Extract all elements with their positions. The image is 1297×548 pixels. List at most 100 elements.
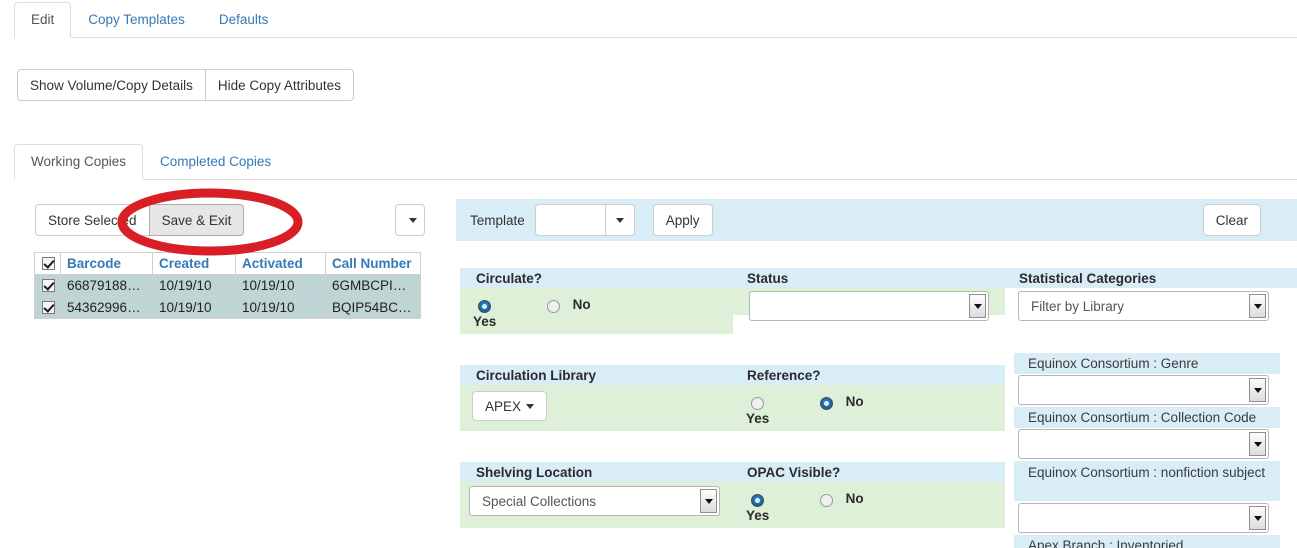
caret-down-icon [969,294,986,318]
circulation-library-label: Circulation Library [476,368,596,383]
template-dropdown-button[interactable] [605,204,635,236]
opac-visible-yes-radio[interactable] [751,494,764,507]
cell-barcode: 66879188… [61,275,153,297]
tab-completed-copies[interactable]: Completed Copies [143,144,288,180]
reference-no-option[interactable]: No [815,393,864,410]
cell-activated: 10/19/10 [236,297,326,319]
template-label: Template [470,213,525,228]
opac-visible-label: OPAC Visible? [747,465,840,480]
shelving-location-field-header: Shelving Location [460,462,733,482]
statistical-categories-header: Statistical Categories [1005,268,1297,288]
reference-yes-label: Yes [746,411,769,426]
stat-entry-genre-select[interactable] [1018,375,1269,405]
statistical-categories-label: Statistical Categories [1019,271,1156,286]
status-select[interactable] [749,291,989,321]
statistical-categories-filter-select[interactable]: Filter by Library [1018,291,1269,321]
tab-completed-copies-label: Completed Copies [160,154,271,169]
apply-template-button[interactable]: Apply [653,204,713,236]
table-row[interactable]: 66879188… 10/19/10 10/19/10 6GMBCPI… [35,275,421,297]
reference-no-label: No [846,394,864,409]
show-volume-copy-details-button[interactable]: Show Volume/Copy Details [17,69,206,101]
hide-copy-attributes-button[interactable]: Hide Copy Attributes [205,69,354,101]
copy-action-button-group: Store Selected Save & Exit [35,204,244,236]
circulate-label: Circulate? [476,271,542,286]
column-header-activated[interactable]: Activated [236,253,326,275]
stat-entry-nonfiction-subject-label: Equinox Consortium : nonfiction subject [1014,461,1280,501]
caret-down-icon [1249,506,1266,530]
shelving-location-select[interactable]: Special Collections [469,486,720,516]
stat-entry-collection-code-select[interactable] [1018,429,1269,459]
caret-down-icon [1249,378,1266,402]
reference-label: Reference? [747,368,821,383]
tab-copy-templates-label: Copy Templates [88,12,185,27]
stat-entry-apex-inventoried-label: Apex Branch : Inventoried [1014,535,1280,548]
opac-visible-no-radio[interactable] [820,494,833,507]
stat-entry-nonfiction-subject-select[interactable] [1018,503,1269,533]
cell-created: 10/19/10 [153,275,236,297]
cell-call-number: 6GMBCPI… [326,275,421,297]
circulate-yes-label: Yes [473,314,496,329]
stat-entry-genre-text: Equinox Consortium : Genre [1028,356,1198,371]
select-all-checkbox[interactable] [42,257,55,270]
opac-visible-yes-option[interactable] [746,490,767,507]
save-and-exit-button[interactable]: Save & Exit [149,204,245,236]
opac-visible-no-option[interactable]: No [815,490,864,507]
template-input[interactable] [535,204,605,236]
copy-actions-dropdown-button[interactable] [395,204,425,236]
opac-visible-yes-label: Yes [746,508,769,523]
circulate-yes-radio[interactable] [478,300,491,313]
select-all-header-cell [35,253,61,275]
store-selected-button[interactable]: Store Selected [35,204,150,236]
circulate-field-header: Circulate? [460,268,733,288]
reference-yes-option[interactable] [746,393,767,410]
stat-entry-collection-code-text: Equinox Consortium : Collection Code [1028,410,1256,425]
circulation-library-dropdown-button[interactable]: APEX [472,391,547,421]
cell-activated: 10/19/10 [236,275,326,297]
column-header-barcode[interactable]: Barcode [61,253,153,275]
status-label: Status [747,271,788,286]
column-header-call-number[interactable]: Call Number [326,253,421,275]
tab-working-copies[interactable]: Working Copies [14,144,143,180]
caret-down-icon [700,489,717,513]
tab-defaults[interactable]: Defaults [202,2,286,38]
copies-tabstrip: Working Copies Completed Copies [14,142,1297,180]
reference-field-header: Reference? [733,365,1005,385]
circulate-no-radio[interactable] [547,300,560,313]
shelving-location-value: Special Collections [470,494,700,509]
table-header-row: Barcode Created Activated Call Number [35,253,421,275]
row-select-cell [35,275,61,297]
tab-defaults-label: Defaults [219,12,269,27]
reference-yes-radio[interactable] [751,397,764,410]
circulate-yes-option[interactable] [473,296,494,313]
stat-entry-nonfiction-subject-text: Equinox Consortium : nonfiction subject [1028,463,1265,482]
reference-field-body: Yes No [733,385,1005,431]
tab-edit[interactable]: Edit [14,2,71,38]
circulation-library-field-header: Circulation Library [460,365,733,385]
tab-working-copies-label: Working Copies [31,154,126,169]
column-header-created[interactable]: Created [153,253,236,275]
statistical-categories-filter-value: Filter by Library [1019,299,1249,314]
shelving-location-label: Shelving Location [476,465,592,480]
detail-toggle-button-group: Show Volume/Copy Details Hide Copy Attri… [17,69,354,101]
copy-editor-screen: Edit Copy Templates Defaults Show Volume… [0,0,1297,548]
table-row[interactable]: 54362996… 10/19/10 10/19/10 BQIP54BC… [35,297,421,319]
row-checkbox[interactable] [42,279,55,292]
tab-copy-templates[interactable]: Copy Templates [71,2,202,38]
reference-no-radio[interactable] [820,397,833,410]
row-checkbox[interactable] [42,301,55,314]
cell-barcode: 54362996… [61,297,153,319]
cell-call-number: BQIP54BC… [326,297,421,319]
tab-edit-label: Edit [31,12,54,27]
top-tabstrip: Edit Copy Templates Defaults [14,0,1297,38]
stat-entry-apex-inventoried-text: Apex Branch : Inventoried [1028,538,1183,548]
circulate-no-option[interactable]: No [542,296,591,313]
stat-entry-collection-code-label: Equinox Consortium : Collection Code [1014,407,1280,428]
clear-button[interactable]: Clear [1203,204,1261,236]
opac-visible-no-label: No [846,491,864,506]
caret-down-icon [526,404,534,409]
status-field-header: Status [733,268,1005,288]
stat-entry-genre-label: Equinox Consortium : Genre [1014,353,1280,374]
caret-down-icon [409,218,417,223]
working-copies-table: Barcode Created Activated Call Number 66… [34,252,421,319]
caret-down-icon [1249,432,1266,456]
